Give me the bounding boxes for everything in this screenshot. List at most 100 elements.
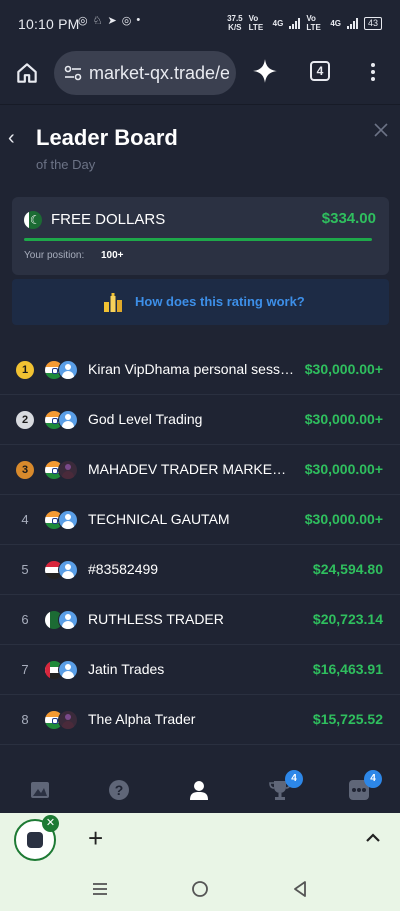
signal1-icon	[289, 17, 301, 29]
net-speed: 37.5	[227, 14, 243, 23]
close-icon[interactable]	[372, 121, 390, 139]
leader-amount: $24,594.80	[312, 561, 383, 577]
leader-row[interactable]: 2 God Level Trading $30,000.00+	[0, 395, 400, 445]
chart-icon[interactable]	[29, 779, 51, 801]
system-navigation	[0, 867, 400, 911]
leader-list: 1 Kiran VipDhama personal session $30,00…	[0, 345, 400, 745]
leader-amount: $30,000.00+	[304, 461, 383, 477]
ranking-bars-icon	[104, 293, 122, 312]
leader-amount: $15,725.52	[312, 711, 383, 727]
whatsapp-icon: ◎	[121, 15, 132, 27]
leader-row[interactable]: 4 TECHNICAL GAUTAM $30,000.00+	[0, 495, 400, 545]
status-time: 10:10 PM	[18, 16, 80, 32]
address-bar[interactable]: market-qx.trade/e	[54, 51, 236, 95]
rank-number: 6	[21, 612, 29, 627]
more-button[interactable]: 4	[348, 770, 382, 801]
leader-amount: $30,000.00+	[304, 361, 383, 377]
leader-name: Kiran VipDhama personal session	[88, 361, 294, 377]
site-favicon-icon	[27, 832, 43, 848]
carrier2-net: 4G	[330, 18, 341, 28]
status-right: 37.5 K/S Vo LTE 4G Vo LTE 4G 43	[227, 14, 382, 32]
my-amount: $334.00	[321, 210, 376, 227]
leader-row[interactable]: 7 Jatin Trades $16,463.91	[0, 645, 400, 695]
leader-amount: $20,723.14	[312, 611, 383, 627]
avatar	[58, 660, 78, 680]
leader-amount: $30,000.00+	[304, 511, 383, 527]
rank-number: 7	[21, 662, 29, 677]
carrier1: Vo LTE	[248, 14, 264, 32]
trophy-badge: 4	[285, 770, 303, 788]
tab-switcher-button[interactable]: 4	[310, 61, 330, 81]
rank-badge: 3	[16, 461, 34, 479]
whatsapp-icon: ◎	[78, 15, 88, 27]
leader-name: TECHNICAL GAUTAM	[88, 511, 230, 527]
pakistan-flag-icon	[24, 211, 42, 229]
svg-text:?: ?	[115, 782, 124, 798]
leader-name: Jatin Trades	[88, 661, 165, 677]
home-circle-icon[interactable]	[190, 879, 210, 899]
help-icon[interactable]: ?	[108, 779, 130, 801]
leader-name: The Alpha Trader	[88, 711, 196, 727]
my-name: FREE DOLLARS	[51, 211, 166, 228]
avatar	[58, 710, 78, 730]
rank-number: 8	[21, 712, 29, 727]
avatar	[58, 610, 78, 630]
telegram-icon: ➤	[107, 15, 117, 27]
page-title: Leader Board	[36, 125, 178, 150]
leader-name: #83582499	[88, 561, 159, 577]
leaderboard-panel: ‹ Leader Board of the Day FREE DOLLARS $…	[0, 104, 400, 767]
back-triangle-icon[interactable]	[290, 879, 310, 899]
close-tab-icon[interactable]: ✕	[42, 815, 59, 832]
snapchat-icon: ♘	[92, 15, 103, 27]
avatar	[58, 560, 78, 580]
page-subtitle: of the Day	[36, 157, 96, 172]
status-bar: 10:10 PM ◎ ♘ ➤ ◎ • 37.5 K/S Vo LTE 4G Vo…	[0, 0, 400, 48]
avatar	[58, 410, 78, 430]
site-settings-icon[interactable]	[64, 65, 82, 81]
progress-bar	[24, 238, 372, 241]
rating-info-text: How does this rating work?	[135, 294, 305, 309]
profile-icon[interactable]	[188, 779, 210, 801]
net-unit: K/S	[228, 23, 242, 32]
home-icon[interactable]	[14, 60, 40, 86]
battery-icon: 43	[363, 16, 382, 30]
position-label: Your position:	[24, 250, 85, 261]
notification-icons: ◎ ♘ ➤ ◎ •	[78, 14, 140, 27]
leader-row[interactable]: 6 RUTHLESS TRADER $20,723.14	[0, 595, 400, 645]
rank-number: 5	[21, 562, 29, 577]
back-chevron-icon[interactable]: ‹	[8, 128, 22, 148]
leader-name: God Level Trading	[88, 411, 203, 427]
leader-row[interactable]: 1 Kiran VipDhama personal session $30,00…	[0, 345, 400, 395]
new-tab-plus-icon[interactable]: +	[88, 825, 103, 851]
leader-row[interactable]: 8 The Alpha Trader $15,725.52	[0, 695, 400, 745]
leader-row[interactable]: 3 MAHADEV TRADER MARKET K BAAP $30,000.0…	[0, 445, 400, 495]
carrier1-net: 4G	[272, 18, 284, 28]
rank-badge: 1	[16, 361, 34, 379]
bottom-nav: ? 4 4	[0, 767, 400, 813]
rank-badge: 2	[16, 411, 34, 429]
recents-icon[interactable]	[90, 879, 110, 899]
tab-thumbnail[interactable]: ✕	[14, 815, 59, 861]
leader-amount: $16,463.91	[312, 661, 383, 677]
signal2-icon	[346, 17, 358, 29]
dot-icon: •	[136, 14, 141, 26]
my-position-card: FREE DOLLARS $334.00 Your position: 100+	[12, 197, 389, 275]
leader-row[interactable]: 5 #83582499 $24,594.80	[0, 545, 400, 595]
tab-strip: ✕ +	[0, 813, 400, 867]
chevron-up-icon[interactable]	[364, 829, 382, 847]
rating-info-link[interactable]: How does this rating work?	[12, 279, 389, 325]
trophy-button[interactable]: 4	[269, 770, 303, 801]
rank-number: 4	[21, 512, 29, 527]
more-badge: 4	[364, 770, 382, 788]
carrier2: Vo LTE	[306, 14, 321, 32]
sparkle-icon[interactable]	[252, 58, 278, 84]
leader-name: RUTHLESS TRADER	[88, 611, 224, 627]
position-value: 100+	[101, 250, 124, 261]
leader-amount: $30,000.00+	[304, 411, 383, 427]
overflow-menu-icon[interactable]	[366, 60, 380, 84]
avatar	[58, 510, 78, 530]
leader-name: MAHADEV TRADER MARKET K BAAP	[88, 461, 294, 477]
avatar	[58, 360, 78, 380]
avatar	[58, 460, 78, 480]
browser-toolbar: market-qx.trade/e 4	[0, 48, 400, 104]
